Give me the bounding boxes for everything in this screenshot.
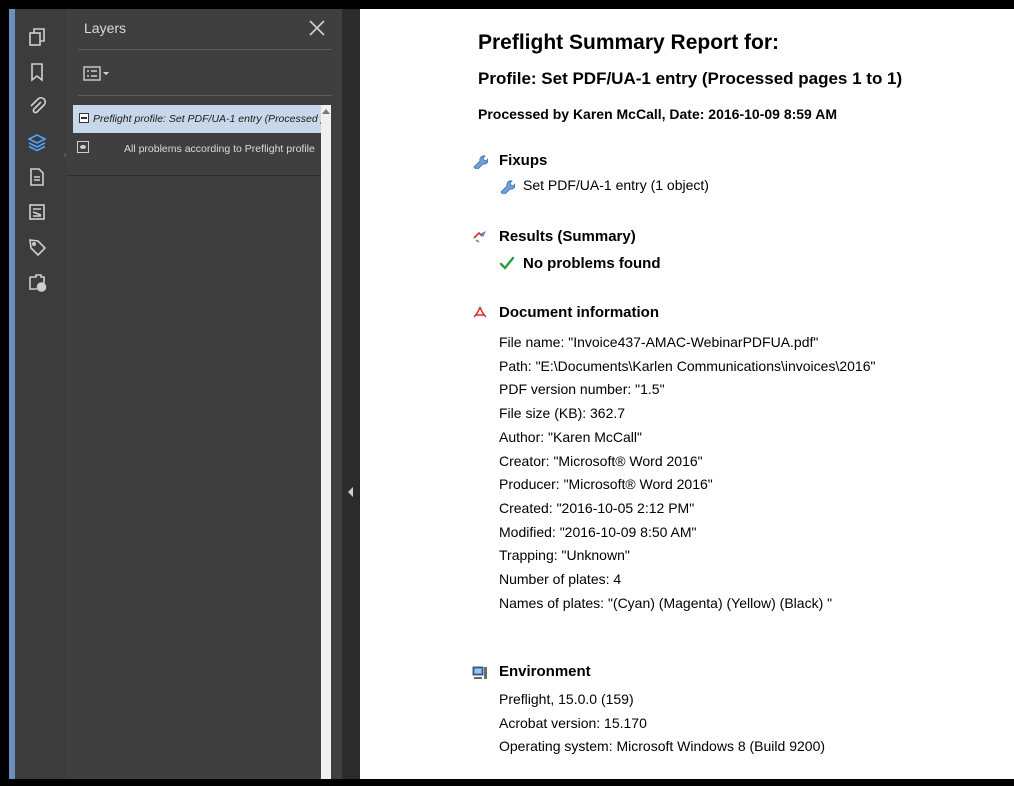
- wrench-icon: [473, 155, 488, 169]
- accessibility-info-icon[interactable]: [23, 268, 51, 296]
- environment-heading: Environment: [499, 663, 591, 680]
- doc-info-line: Names of plates: "(Cyan) (Magenta) (Yell…: [499, 594, 833, 611]
- attachment-icon[interactable]: [23, 93, 51, 121]
- doc-info-line: Number of plates: 4: [499, 571, 622, 588]
- doc-info-line: File name: "Invoice437-AMAC-WebinarPDFUA…: [499, 334, 819, 350]
- document-properties-icon[interactable]: [23, 163, 51, 191]
- tree-item-label: Preflight profile: Set PDF/UA-1 entry (P…: [93, 113, 321, 125]
- content-icon[interactable]: [23, 198, 51, 226]
- pdf-document-icon: [473, 306, 487, 318]
- options-list-icon: [83, 66, 109, 81]
- panel-collapse-strip[interactable]: [342, 9, 360, 779]
- collapse-arrow-icon[interactable]: [348, 487, 353, 497]
- tree-item-label: All problems according to Preflight prof…: [124, 143, 315, 155]
- fixups-heading: Fixups: [499, 152, 548, 169]
- layers-tree: Preflight profile: Set PDF/UA-1 entry (P…: [73, 105, 321, 173]
- app-window: Layers Preflight profile: Set PDF/UA-1 e…: [0, 0, 1014, 786]
- doc-info-line: Created: "2016-10-05 2:12 PM": [499, 499, 695, 516]
- bookmark-icon[interactable]: [23, 58, 51, 86]
- doc-info-line: Creator: "Microsoft® Word 2016": [499, 452, 703, 469]
- results-heading: Results (Summary): [499, 228, 636, 245]
- navigation-rail: [9, 9, 69, 779]
- doc-info-line: Author: "Karen McCall": [499, 428, 642, 445]
- tree-item-preflight-profile[interactable]: Preflight profile: Set PDF/UA-1 entry (P…: [73, 105, 321, 133]
- processed-line: Processed by Karen McCall, Date: 2016-10…: [478, 106, 837, 122]
- panel-title: Layers: [84, 20, 127, 36]
- fixup-item: Set PDF/UA-1 entry (1 object): [523, 177, 709, 193]
- collapse-toggle-icon[interactable]: [79, 113, 89, 123]
- doc-info-line: Modified: "2016-10-09 8:50 AM": [499, 523, 697, 540]
- computer-icon: [472, 666, 487, 679]
- document-information-list: File name: "Invoice437-AMAC-WebinarPDFUA…: [499, 331, 875, 615]
- environment-list: Preflight, 15.0.0 (159) Acrobat version:…: [499, 688, 825, 759]
- doc-info-line: Trapping: "Unknown": [499, 547, 630, 564]
- environment-line: Preflight, 15.0.0 (159): [499, 691, 634, 707]
- doc-info-line: File size (KB): 362.7: [499, 405, 626, 422]
- scroll-up-arrow-icon[interactable]: [322, 109, 330, 114]
- profile-line: Profile: Set PDF/UA-1 entry (Processed p…: [478, 69, 903, 88]
- document-information-heading: Document information: [499, 304, 659, 321]
- visibility-eye-icon[interactable]: [77, 141, 89, 153]
- tree-item-all-problems[interactable]: All problems according to Preflight prof…: [73, 135, 321, 163]
- divider: [78, 49, 332, 50]
- report-page: Preflight Summary Report for: Profile: S…: [360, 9, 1014, 779]
- results-status: No problems found: [523, 255, 661, 272]
- pages-icon[interactable]: [23, 23, 51, 51]
- preflight-results-icon: [473, 231, 486, 243]
- layers-icon[interactable]: [23, 128, 51, 156]
- options-menu-button[interactable]: [82, 63, 118, 85]
- divider: [66, 175, 321, 176]
- checkmark-icon: [499, 256, 515, 270]
- doc-info-line: PDF version number: "1.5": [499, 381, 665, 398]
- environment-line: Operating system: Microsoft Windows 8 (B…: [499, 738, 826, 755]
- close-icon[interactable]: [306, 17, 328, 39]
- doc-info-line: Path: "E:\Documents\Karlen Communication…: [499, 357, 876, 374]
- doc-info-line: Producer: "Microsoft® Word 2016": [499, 476, 713, 493]
- report-title: Preflight Summary Report for:: [478, 31, 780, 54]
- environment-line: Acrobat version: 15.170: [499, 714, 647, 731]
- tag-icon[interactable]: [23, 233, 51, 261]
- wrench-icon: [500, 180, 515, 194]
- tree-scrollbar[interactable]: [321, 105, 331, 779]
- divider: [78, 95, 332, 96]
- layers-panel: Layers Preflight profile: Set PDF/UA-1 e…: [66, 9, 342, 779]
